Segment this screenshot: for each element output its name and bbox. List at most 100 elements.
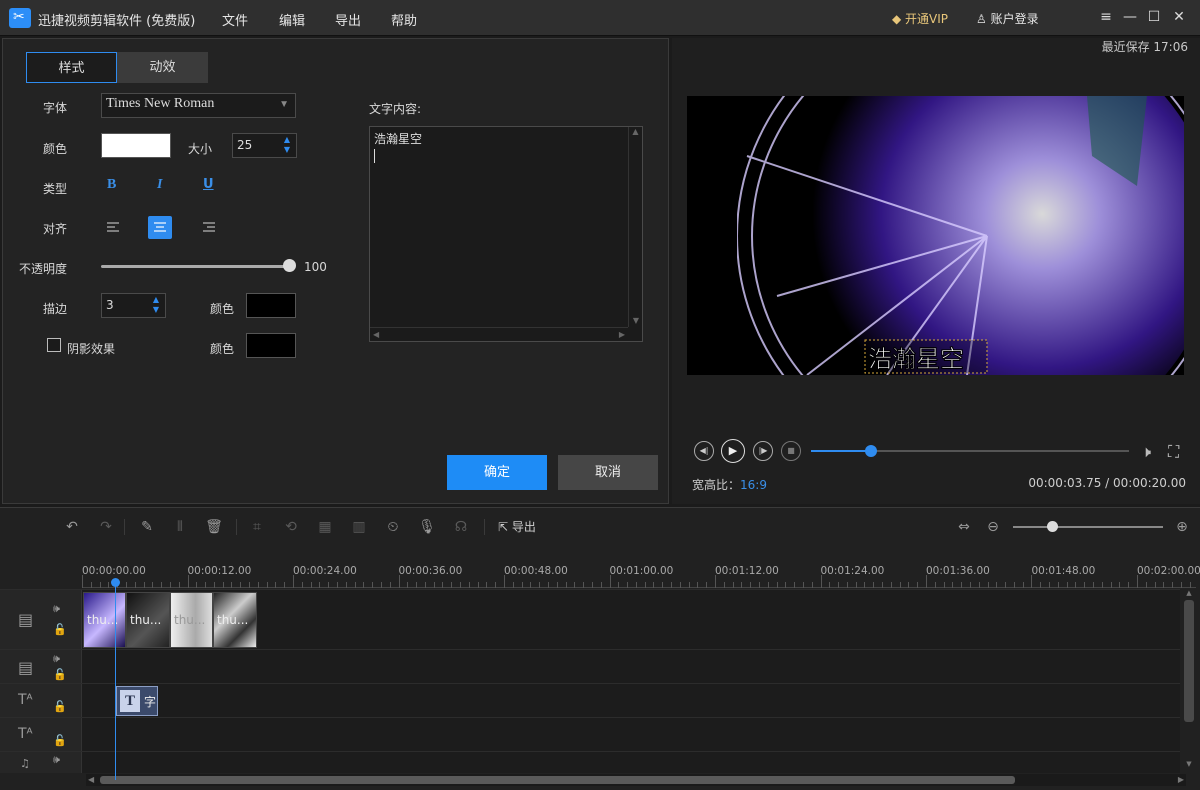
fit-timeline-icon[interactable]: ⇔ [955, 518, 973, 536]
zoom-slider-track[interactable] [1013, 526, 1163, 528]
confirm-button[interactable]: 确定 [447, 455, 547, 490]
time-display: 00:00:03.75 / 00:00:20.00 [1028, 476, 1186, 490]
shadow-checkbox[interactable] [47, 338, 61, 352]
lock-icon[interactable]: 🔓 [53, 734, 67, 747]
scroll-left-icon[interactable]: ◀ [88, 775, 94, 784]
text-color-swatch[interactable] [101, 133, 171, 158]
close-icon[interactable]: ✕ [1170, 8, 1188, 26]
opacity-slider-track[interactable] [101, 265, 291, 268]
video-clip[interactable]: thu... [213, 592, 257, 648]
shadow-color-swatch[interactable] [246, 333, 296, 358]
playback-progress-fill [811, 450, 872, 452]
play-icon[interactable]: ▶ [721, 439, 745, 463]
menu-export[interactable]: 导出 [335, 10, 361, 29]
align-right-icon[interactable] [197, 216, 219, 238]
cancel-button[interactable]: 取消 [558, 455, 658, 490]
volume-icon[interactable]: 🕨 [1141, 442, 1151, 462]
italic-button[interactable]: I [157, 177, 162, 193]
text-overlay[interactable]: 浩瀚星空 [868, 339, 965, 374]
horizontal-scroll-thumb[interactable] [100, 776, 1015, 784]
vip-button[interactable]: ◆ 开通VIP [892, 10, 948, 27]
lock-icon[interactable]: 🔓 [53, 700, 67, 713]
scroll-right-icon[interactable]: ▶ [1178, 775, 1184, 784]
zoom-slider-handle[interactable] [1047, 521, 1058, 532]
app-title: 迅捷视频剪辑软件 (免费版) [38, 14, 196, 29]
ruler-tick-label: 00:01:48.00 [1031, 565, 1096, 577]
opacity-slider-handle[interactable] [283, 259, 296, 272]
stroke-color-swatch[interactable] [246, 293, 296, 318]
speaker-icon[interactable]: 🕪 [53, 602, 60, 616]
menu-icon[interactable]: ≡ [1097, 8, 1115, 26]
align-center-icon[interactable] [148, 216, 172, 239]
horizontal-scrollbar[interactable]: ◀ ▶ [370, 327, 628, 341]
lock-icon[interactable]: 🔓 [53, 623, 67, 636]
menu-help[interactable]: 帮助 [391, 10, 417, 29]
align-left-icon[interactable] [103, 216, 125, 238]
rotate-icon[interactable]: ⟲ [282, 518, 300, 536]
speaker-icon[interactable]: 🕪 [53, 753, 60, 767]
lock-icon[interactable]: 🔓 [53, 668, 67, 681]
delete-icon[interactable]: 🗑 [205, 518, 223, 536]
fullscreen-icon[interactable]: ⛶ [1168, 442, 1179, 462]
chevron-down-icon: ▼ [279, 99, 289, 110]
video-clip[interactable]: thu... [83, 592, 126, 648]
split-icon[interactable]: ⫴ [171, 518, 189, 536]
ruler-tick-label: 00:01:24.00 [820, 565, 885, 577]
horizontal-scrollbar[interactable]: ◀ ▶ [86, 774, 1186, 786]
speaker-icon[interactable]: 🕪 [53, 652, 60, 666]
tab-style[interactable]: 样式 [26, 52, 117, 83]
voice-change-icon[interactable]: ☊ [452, 518, 470, 536]
stepper-arrows-icon[interactable]: ▲ ▼ [153, 295, 159, 315]
scroll-up-icon[interactable]: ▲ [1184, 589, 1194, 597]
maximize-icon[interactable]: ☐ [1145, 8, 1163, 26]
text-clip-icon: T [120, 690, 140, 712]
ruler-tick-label: 00:00:00.00 [82, 565, 146, 577]
minimize-icon[interactable]: — [1121, 8, 1139, 26]
video-clip[interactable]: thu... [126, 592, 170, 648]
text-track-header: Tᴬ 🔓 [0, 684, 82, 717]
ruler-tick-label: 00:00:48.00 [504, 565, 568, 577]
menu-file[interactable]: 文件 [222, 10, 248, 29]
aspect-ratio-value[interactable]: 16:9 [740, 478, 767, 492]
aspect-ratio[interactable]: 宽高比：16:9 [692, 476, 767, 493]
size-stepper[interactable]: 25 ▲ ▼ [232, 133, 297, 158]
redo-icon[interactable]: ↷ [97, 518, 115, 536]
audio-level-icon[interactable]: ▥ [350, 518, 368, 536]
timeline-panel: ↶ ↷ ✎ ⫴ 🗑 ⌗ ⟲ ▦ ▥ ⏲ 🎙 ☊ ⇱ 导出 ⇔ ⊖ ⊕ ▤ 🕪 🔓… [0, 507, 1200, 790]
overlay-track: ▤ 🕪 🔓 [0, 649, 1180, 683]
zoom-out-icon[interactable]: ⊖ [984, 518, 1002, 536]
ruler-tick-label: 00:01:36.00 [926, 565, 990, 577]
font-select[interactable]: Times New Roman ▼ [101, 93, 296, 118]
vertical-scrollbar[interactable]: ▲ ▼ [628, 127, 642, 327]
crop-icon[interactable]: ⌗ [248, 518, 266, 536]
prev-frame-icon[interactable]: ◀| [694, 441, 714, 461]
undo-icon[interactable]: ↶ [63, 518, 81, 536]
aspect-ratio-label: 宽高比： [692, 478, 741, 492]
zoom-in-icon[interactable]: ⊕ [1173, 518, 1191, 536]
text-content-label: 文字内容: [369, 102, 422, 116]
mosaic-icon[interactable]: ▦ [316, 518, 334, 536]
next-frame-icon[interactable]: |▶ [753, 441, 773, 461]
playback-progress-track[interactable] [811, 450, 1129, 452]
scroll-down-icon[interactable]: ▼ [1184, 760, 1194, 768]
tab-animation[interactable]: 动效 [117, 52, 208, 83]
text-content-value: 浩瀚星空 [374, 132, 423, 146]
stepper-arrows-icon[interactable]: ▲ ▼ [284, 135, 290, 155]
bold-button[interactable]: B [107, 177, 116, 193]
clock-icon[interactable]: ⏲ [384, 518, 402, 536]
text-content-input[interactable]: 浩瀚星空 ▲ ▼ ◀ ▶ [369, 126, 643, 342]
playback-handle[interactable] [865, 445, 878, 457]
export-button[interactable]: ⇱ 导出 [498, 518, 536, 535]
text-icon: Tᴬ [18, 726, 33, 742]
stop-icon[interactable]: ■ [781, 441, 801, 461]
vertical-scrollbar[interactable] [1184, 600, 1194, 722]
underline-button[interactable]: U [203, 177, 214, 192]
video-clip[interactable]: thu... [170, 592, 213, 648]
microphone-icon[interactable]: 🎙 [418, 518, 436, 536]
menu-edit[interactable]: 编辑 [279, 10, 305, 29]
stroke-stepper[interactable]: 3 ▲ ▼ [101, 293, 166, 318]
account-login-button[interactable]: ♙ 账户登录 [976, 10, 1039, 27]
edit-icon[interactable]: ✎ [138, 518, 156, 536]
ruler-tick-label: 00:00:24.00 [293, 565, 357, 577]
text-clip[interactable]: T 字 [116, 686, 158, 716]
